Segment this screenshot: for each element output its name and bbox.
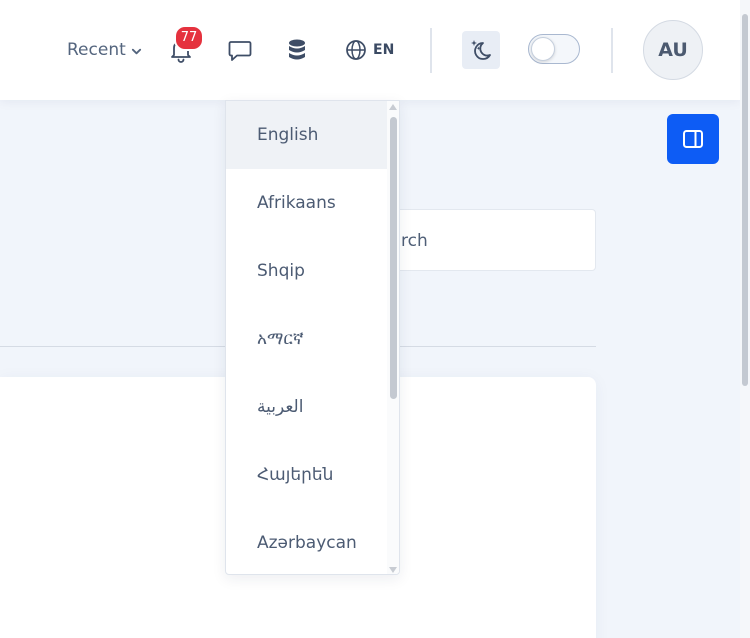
- recent-label: Recent: [67, 40, 126, 60]
- language-dropdown: English Afrikaans Shqip አማርኛ العربية Հայ…: [225, 100, 400, 575]
- scroll-up-arrow[interactable]: [389, 104, 397, 110]
- search-input[interactable]: rch: [388, 209, 596, 271]
- sidebar-panel-icon: [683, 130, 703, 148]
- language-option-label: English: [257, 125, 319, 145]
- header-divider-2: [611, 28, 613, 73]
- top-header: Recent 77 EN AU: [0, 0, 740, 100]
- theme-toggle-switch[interactable]: [528, 34, 580, 64]
- scroll-down-arrow[interactable]: [389, 567, 397, 573]
- language-option-label: Shqip: [257, 261, 305, 281]
- language-option-amharic[interactable]: አማርኛ: [226, 305, 387, 373]
- language-option-afrikaans[interactable]: Afrikaans: [226, 169, 387, 237]
- notification-badge: 77: [174, 25, 204, 51]
- language-selector[interactable]: EN: [345, 38, 394, 62]
- globe-icon: [346, 40, 366, 60]
- database-icon[interactable]: [287, 38, 307, 62]
- language-code: EN: [373, 42, 395, 58]
- language-option-label: Azərbaycan: [257, 533, 357, 553]
- moon-stars-icon: [471, 40, 491, 60]
- page-scrollbar[interactable]: [740, 0, 750, 638]
- sidebar-toggle-button[interactable]: [667, 114, 719, 164]
- theme-mode-button[interactable]: [462, 31, 500, 69]
- user-avatar[interactable]: AU: [643, 20, 703, 80]
- language-option-label: Afrikaans: [257, 193, 336, 213]
- dropdown-scrollbar-thumb[interactable]: [390, 117, 397, 399]
- search-placeholder: rch: [401, 231, 428, 251]
- toggle-knob: [531, 37, 555, 61]
- language-option-label: العربية: [257, 397, 304, 417]
- language-option-arabic[interactable]: العربية: [226, 373, 387, 441]
- language-option-azerbaijani[interactable]: Azərbaycan: [226, 509, 387, 574]
- page-scrollbar-thumb[interactable]: [742, 14, 748, 386]
- language-option-albanian[interactable]: Shqip: [226, 237, 387, 305]
- chevron-down-icon: [131, 48, 141, 54]
- language-option-english[interactable]: English: [226, 101, 387, 169]
- dropdown-scrollbar[interactable]: [387, 101, 399, 574]
- language-option-label: አማርኛ: [257, 329, 304, 349]
- language-option-label: Հայերեն: [257, 465, 334, 485]
- language-option-armenian[interactable]: Հայերեն: [226, 441, 387, 509]
- recent-dropdown[interactable]: Recent: [67, 39, 142, 61]
- header-divider: [430, 28, 432, 73]
- chat-icon[interactable]: [227, 37, 253, 63]
